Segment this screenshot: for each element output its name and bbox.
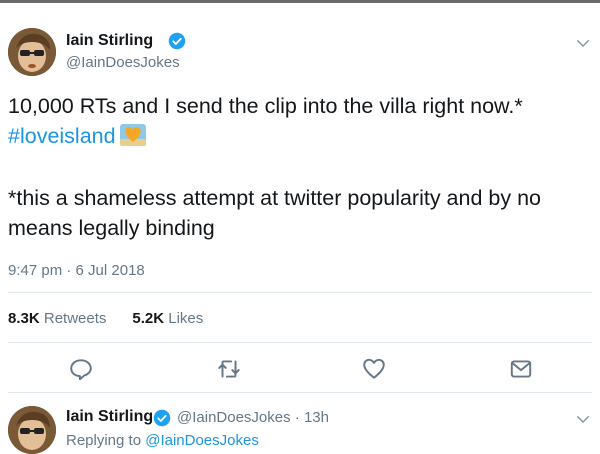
yellow-heart-emoji-icon (119, 124, 146, 146)
replying-to-handle-link[interactable]: @IainDoesJokes (145, 432, 259, 449)
retweets-label: Retweets (43, 310, 107, 327)
reply-author-name[interactable]: Iain Stirling (66, 408, 153, 426)
chevron-down-icon[interactable] (574, 410, 592, 428)
reply-author-handle[interactable]: @IainDoesJokes (177, 409, 291, 426)
divider (8, 292, 592, 293)
reply-time[interactable]: 13h (304, 409, 329, 426)
likes-stat[interactable]: 5.2K Likes (132, 310, 203, 327)
replying-to: Replying to @IainDoesJokes (66, 432, 259, 449)
author-name[interactable]: Iain Stirling (66, 32, 153, 50)
divider (8, 392, 592, 393)
chevron-down-icon[interactable] (574, 34, 592, 52)
verified-badge-icon (168, 32, 186, 50)
top-border (0, 0, 600, 3)
tweet-text-line-2: #loveisland (8, 121, 146, 151)
hashtag-link[interactable]: #loveisland (8, 124, 116, 148)
tweet-text-line-4: means legally binding (8, 216, 215, 240)
separator-dot: · (294, 409, 300, 426)
reply-avatar[interactable] (8, 406, 56, 454)
author-handle[interactable]: @IainDoesJokes (66, 54, 180, 71)
reply-meta: @IainDoesJokes · 13h (177, 409, 329, 426)
engagement-stats: 8.3K Retweets 5.2K Likes (8, 310, 203, 327)
divider (8, 342, 592, 343)
heart-icon[interactable] (361, 356, 387, 382)
tweet-timestamp[interactable]: 9:47 pm · 6 Jul 2018 (8, 262, 145, 279)
tweet-text-line-3: *this a shameless attempt at twitter pop… (8, 186, 541, 210)
likes-label: Likes (168, 310, 204, 327)
replying-to-label: Replying to (66, 432, 142, 449)
share-icon[interactable] (508, 356, 534, 382)
retweets-stat[interactable]: 8.3K Retweets (8, 310, 106, 327)
tweet-text-line-1: 10,000 RTs and I send the clip into the … (8, 94, 523, 118)
verified-badge-icon (153, 409, 171, 427)
retweet-icon[interactable] (216, 356, 242, 382)
likes-count: 5.2K (132, 310, 165, 327)
retweets-count: 8.3K (8, 310, 40, 327)
comment-icon[interactable] (68, 356, 94, 382)
avatar[interactable] (8, 28, 56, 76)
